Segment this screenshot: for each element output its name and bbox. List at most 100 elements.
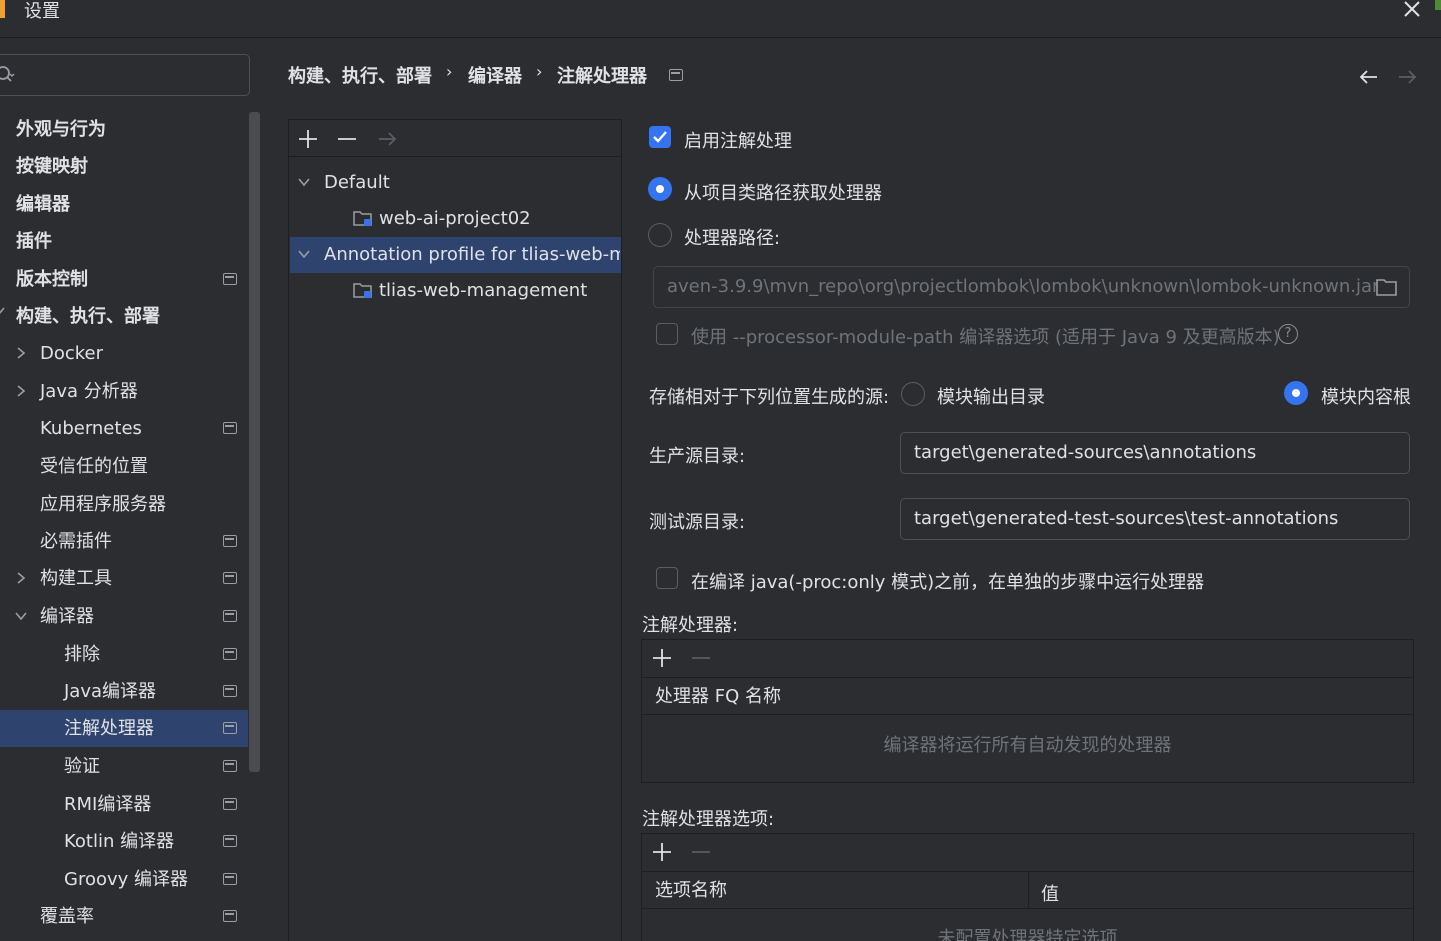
test-sources-dir-input[interactable]: target\generated-test-sources\test-annot… xyxy=(900,498,1410,540)
sidebar-item-keymap[interactable]: 按键映射 xyxy=(16,148,88,185)
sidebar-item-validation[interactable]: 验证 xyxy=(64,748,100,785)
enable-annotation-processing-checkbox[interactable] xyxy=(649,126,671,148)
sidebar-item-java-profiler[interactable]: Java 分析器 xyxy=(40,373,138,410)
search-icon[interactable] xyxy=(0,64,18,86)
window-title: 设置 xyxy=(24,1,60,22)
check-icon xyxy=(653,131,667,143)
sidebar-item-rmi-compiler[interactable]: RMI编译器 xyxy=(64,786,151,823)
tree-item-tlias-web-management[interactable]: tlias-web-management xyxy=(379,273,587,309)
test-sources-dir-label: 测试源目录: xyxy=(649,512,746,533)
separate-step-label: 在编译 java(-proc:only 模式)之前，在单独的步骤中运行处理器 xyxy=(691,572,1205,593)
processor-path-radio[interactable] xyxy=(648,223,672,247)
module-folder-icon xyxy=(353,211,372,226)
processor-path-field[interactable]: aven-3.9.9\mvn_repo\org\projectlombok\lo… xyxy=(653,266,1410,308)
processor-module-path-label: 使用 --processor-module-path 编译器选项 (适用于 Ja… xyxy=(691,327,1280,348)
sidebar-item-trusted-locations[interactable]: 受信任的位置 xyxy=(40,448,148,485)
settings-search-input[interactable] xyxy=(0,54,250,96)
store-generated-sources-label: 存储相对于下列位置生成的源: xyxy=(649,387,890,408)
sidebar-item-annotation-processors[interactable]: 注解处理器 xyxy=(64,710,154,747)
column-divider xyxy=(1028,872,1029,909)
remove-profile-icon[interactable] xyxy=(336,128,358,150)
sidebar-item-required-plugins[interactable]: 必需插件 xyxy=(40,523,112,560)
remove-option-icon[interactable] xyxy=(690,841,712,863)
module-output-directory-radio[interactable] xyxy=(901,382,925,406)
forward-arrow-icon[interactable] xyxy=(1396,66,1418,88)
project-level-icon xyxy=(223,910,237,922)
tree-item-annotation-profile[interactable]: Annotation profile for tlias-web-m xyxy=(324,237,620,273)
close-icon xyxy=(1404,1,1420,17)
project-level-icon xyxy=(223,722,237,734)
chevron-down-icon[interactable] xyxy=(297,175,311,189)
sidebar-item-groovy-compiler[interactable]: Groovy 编译器 xyxy=(64,861,188,898)
sidebar-item-build-tools[interactable]: 构建工具 xyxy=(40,560,112,597)
module-folder-icon xyxy=(353,283,372,298)
sidebar-item-vcs[interactable]: 版本控制 xyxy=(16,261,88,298)
project-level-icon xyxy=(223,572,237,584)
back-arrow-icon[interactable] xyxy=(1358,66,1380,88)
edge-indicator xyxy=(1435,0,1441,10)
chevron-down-icon[interactable] xyxy=(14,609,28,623)
sidebar-item-kotlin-compiler[interactable]: Kotlin 编译器 xyxy=(64,823,174,860)
breadcrumb-separator: › xyxy=(536,62,543,81)
project-level-icon xyxy=(223,273,237,285)
production-sources-dir-value: target\generated-sources\annotations xyxy=(914,442,1257,463)
processor-module-path-checkbox[interactable] xyxy=(656,323,678,345)
help-icon[interactable]: ? xyxy=(1278,324,1298,344)
sidebar-item-compiler[interactable]: 编译器 xyxy=(40,598,94,635)
sidebar-item-excludes[interactable]: 排除 xyxy=(64,636,100,673)
project-level-icon xyxy=(223,648,237,660)
chevron-right-icon[interactable] xyxy=(14,346,28,360)
project-level-icon xyxy=(223,685,237,697)
project-level-icon xyxy=(669,69,683,81)
breadcrumb-item-annotation-processors: 注解处理器 xyxy=(557,66,647,87)
module-content-root-radio[interactable] xyxy=(1284,381,1308,405)
options-empty-text: 未配置处理器特定选项 xyxy=(937,928,1118,941)
move-to-profile-icon[interactable] xyxy=(376,128,398,150)
sidebar-item-coverage[interactable]: 覆盖率 xyxy=(40,898,94,935)
sidebar-item-appearance[interactable]: 外观与行为 xyxy=(16,111,106,148)
sidebar-item-kubernetes[interactable]: Kubernetes xyxy=(40,410,142,447)
option-name-column[interactable]: 选项名称 xyxy=(655,880,727,901)
processors-table-title: 注解处理器: xyxy=(642,615,739,636)
sidebar-item-plugins[interactable]: 插件 xyxy=(16,223,52,260)
chevron-right-icon[interactable] xyxy=(14,384,28,398)
sidebar-item-java-compiler[interactable]: Java编译器 xyxy=(64,673,156,710)
processor-path-label: 处理器路径: xyxy=(684,228,781,249)
separate-step-checkbox[interactable] xyxy=(656,567,678,589)
project-level-icon xyxy=(223,760,237,772)
sidebar-item-application-servers[interactable]: 应用程序服务器 xyxy=(40,486,166,523)
app-logo-icon xyxy=(0,0,5,18)
add-option-icon[interactable] xyxy=(651,841,673,863)
breadcrumb-item-build[interactable]: 构建、执行、部署 xyxy=(288,62,432,88)
production-sources-dir-input[interactable]: target\generated-sources\annotations xyxy=(900,432,1410,474)
from-classpath-radio[interactable] xyxy=(648,177,672,201)
tree-item-web-ai-project02[interactable]: web-ai-project02 xyxy=(379,201,531,237)
title-bar xyxy=(0,0,1441,38)
project-level-icon xyxy=(223,422,237,434)
project-level-icon xyxy=(223,835,237,847)
remove-processor-icon[interactable] xyxy=(690,647,712,669)
breadcrumb-separator: › xyxy=(446,62,453,81)
module-output-directory-label: 模块输出目录 xyxy=(937,387,1045,408)
add-processor-icon[interactable] xyxy=(651,647,673,669)
add-profile-icon[interactable] xyxy=(297,128,319,150)
processors-table-header[interactable]: 处理器 FQ 名称 xyxy=(642,678,1413,715)
breadcrumb-item-compiler[interactable]: 编译器 xyxy=(468,62,522,88)
sidebar-scrollbar-thumb[interactable] xyxy=(249,112,260,772)
test-sources-dir-value: target\generated-test-sources\test-annot… xyxy=(914,508,1339,529)
chevron-down-icon[interactable] xyxy=(297,247,311,261)
project-level-icon xyxy=(223,610,237,622)
sidebar-item-build-execution-deployment[interactable]: 构建、执行、部署 xyxy=(16,298,160,335)
chevron-right-icon[interactable] xyxy=(14,571,28,585)
option-value-column[interactable]: 值 xyxy=(1041,880,1059,906)
browse-folder-icon[interactable] xyxy=(1376,277,1398,297)
sidebar-item-editor[interactable]: 编辑器 xyxy=(16,186,70,223)
project-level-icon xyxy=(223,798,237,810)
chevron-down-icon[interactable] xyxy=(0,305,6,319)
production-sources-dir-label: 生产源目录: xyxy=(649,446,746,467)
sidebar-item-docker[interactable]: Docker xyxy=(40,335,103,372)
processors-toolbar xyxy=(642,640,1413,678)
module-content-root-label: 模块内容根 xyxy=(1321,387,1411,408)
close-button[interactable] xyxy=(1399,0,1425,22)
tree-item-default[interactable]: Default xyxy=(324,165,390,201)
